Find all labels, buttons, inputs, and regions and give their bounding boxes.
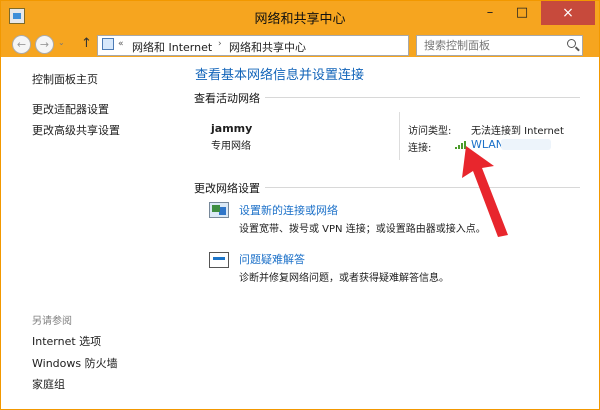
search-control-panel-field[interactable] <box>416 35 583 56</box>
see-also-homegroup[interactable]: 家庭组 <box>32 376 65 392</box>
access-type-label: 访问类型: <box>408 126 452 137</box>
content-area: 控制面板主页 更改适配器设置 更改高级共享设置 另请参阅 Internet 选项… <box>1 57 599 409</box>
wifi-signal-icon <box>455 141 468 149</box>
troubleshoot-description: 诊断并修复网络问题，或者获得疑难解答信息。 <box>239 273 449 284</box>
active-networks-divider <box>265 97 580 98</box>
see-also-windows-firewall[interactable]: Windows 防火墙 <box>32 355 118 371</box>
blurred-network-name <box>501 139 551 150</box>
see-also-heading: 另请参阅 <box>32 316 72 327</box>
search-input[interactable] <box>417 36 557 55</box>
sidebar-link-advanced-sharing-settings[interactable]: 更改高级共享设置 <box>32 122 120 138</box>
minimize-button[interactable]: – <box>475 1 505 25</box>
breadcrumb-network-internet[interactable]: 网络和 Internet <box>132 39 212 55</box>
access-type-value: 无法连接到 Internet <box>471 126 564 137</box>
left-sidebar: 控制面板主页 更改适配器设置 更改高级共享设置 另请参阅 Internet 选项… <box>1 57 187 409</box>
network-setup-icon <box>209 202 229 218</box>
setup-new-connection-description: 设置宽带、拨号或 VPN 连接；或设置路由器或接入点。 <box>239 224 486 235</box>
breadcrumb-overflow-icon[interactable]: « <box>118 39 124 49</box>
troubleshoot-icon <box>209 252 229 268</box>
recent-locations-dropdown-icon[interactable]: ⌄ <box>58 38 65 47</box>
search-icon[interactable] <box>567 39 576 48</box>
page-title: 查看基本网络信息并设置连接 <box>195 68 365 83</box>
main-panel: 查看基本网络信息并设置连接 查看活动网络 jammy 专用网络 访问类型: 无法… <box>187 57 599 409</box>
signal-bar-4 <box>464 141 466 149</box>
maximize-button[interactable]: □ <box>507 1 537 25</box>
sidebar-link-change-adapter-settings[interactable]: 更改适配器设置 <box>32 101 109 117</box>
troubleshoot-link[interactable]: 问题疑难解答 <box>239 251 305 267</box>
up-level-button[interactable]: ↑ <box>81 36 92 51</box>
change-network-settings-heading: 更改网络设置 <box>194 182 260 195</box>
control-panel-address-icon <box>102 38 114 50</box>
see-also-internet-options[interactable]: Internet 选项 <box>32 333 101 349</box>
back-button[interactable]: ← <box>12 35 31 54</box>
network-details-divider <box>399 112 400 160</box>
signal-bar-1 <box>455 147 457 149</box>
breadcrumb-network-sharing-center[interactable]: 网络和共享中心 <box>229 39 306 55</box>
address-field[interactable]: « 网络和 Internet › 网络和共享中心 ⌄ ↻ <box>97 35 501 56</box>
signal-bar-2 <box>458 145 460 149</box>
address-toolbar: ← → ⌄ ↑ « 网络和 Internet › 网络和共享中心 ⌄ ↻ <box>1 31 599 57</box>
sidebar-link-control-panel-home[interactable]: 控制面板主页 <box>32 71 98 87</box>
wlan-connection-link[interactable]: WLAN <box>471 138 504 151</box>
title-bar: 网络和共享中心 – □ × <box>1 1 599 31</box>
network-name: jammy <box>211 122 253 135</box>
active-networks-heading: 查看活动网络 <box>194 92 260 105</box>
breadcrumb-separator-icon: › <box>218 39 222 49</box>
network-sharing-window: 网络和共享中心 – □ × ← → ⌄ ↑ « 网络和 Internet › 网… <box>0 0 600 410</box>
network-type: 专用网络 <box>211 141 251 152</box>
change-network-settings-divider <box>265 187 580 188</box>
signal-bar-3 <box>461 143 463 149</box>
forward-button[interactable]: → <box>35 35 54 54</box>
close-button[interactable]: × <box>541 1 595 25</box>
connection-label: 连接: <box>408 143 432 154</box>
setup-new-connection-link[interactable]: 设置新的连接或网络 <box>239 202 338 218</box>
